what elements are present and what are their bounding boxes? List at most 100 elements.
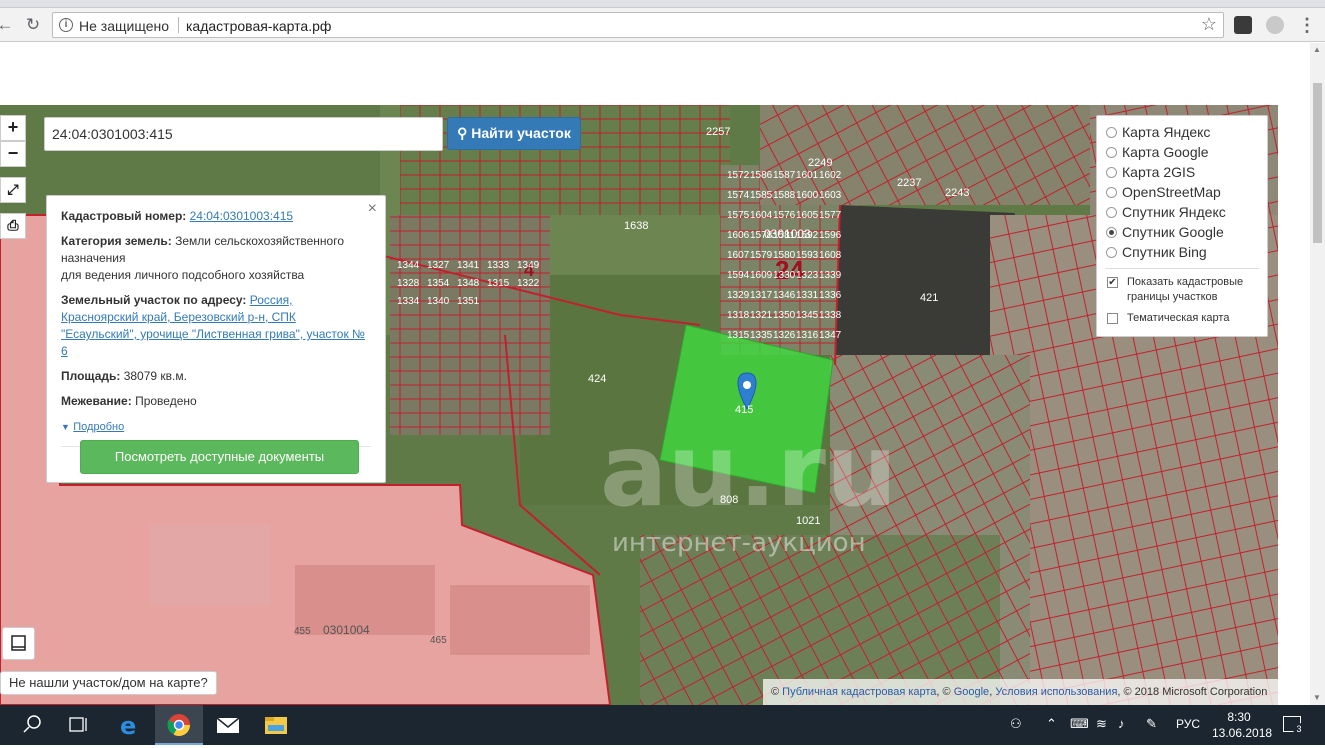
area-label: Площадь: bbox=[61, 369, 121, 383]
show-borders-option[interactable]: ✔ Показать кадастровые границы участков bbox=[1105, 275, 1259, 305]
address-bar[interactable]: i Не защищено кадастровая-карта.рф ☆ bbox=[52, 12, 1224, 38]
print-icon[interactable]: ⎙ bbox=[0, 213, 26, 239]
label-424: 424 bbox=[588, 373, 606, 385]
back-icon[interactable]: ← bbox=[0, 14, 16, 36]
land-category-label: Категория земель: bbox=[61, 234, 172, 248]
radio-button[interactable] bbox=[1106, 187, 1117, 198]
label-1638: 1638 bbox=[624, 220, 648, 232]
view-documents-button[interactable]: Посмотреть доступные документы bbox=[80, 440, 359, 474]
thematic-map-checkbox[interactable] bbox=[1107, 313, 1118, 324]
parcel-label: 1585 bbox=[750, 190, 773, 201]
parcel-label: 1315 bbox=[727, 330, 750, 341]
scroll-down-icon[interactable]: ▼ bbox=[1313, 693, 1321, 702]
keyboard-icon[interactable]: ⌨ bbox=[1070, 716, 1089, 732]
label-quarter-0301004: 0301004 bbox=[323, 623, 370, 637]
map-view[interactable]: au.ru интернет-аукцион 415 421 424 1638 … bbox=[0, 105, 1278, 705]
parcel-label: 1605 bbox=[796, 210, 819, 221]
zoom-in-button[interactable]: + bbox=[0, 115, 26, 141]
radio-button[interactable] bbox=[1106, 147, 1117, 158]
parcel-label: 1580 bbox=[773, 250, 796, 261]
language-indicator[interactable]: РУС bbox=[1176, 717, 1200, 731]
find-parcel-button[interactable]: ⚲ Найти участок bbox=[447, 117, 581, 150]
clock[interactable]: 8:30 13.06.2018 bbox=[1212, 709, 1272, 741]
layer-option[interactable]: Спутник Bing bbox=[1105, 242, 1259, 262]
scroll-up-icon[interactable]: ▲ bbox=[1313, 45, 1321, 54]
more-details-link[interactable]: Подробно bbox=[73, 421, 124, 433]
layer-option-label: Спутник Яндекс bbox=[1122, 204, 1226, 220]
file-explorer-icon[interactable] bbox=[252, 705, 300, 745]
parcel-label: 1575 bbox=[727, 210, 750, 221]
show-borders-checkbox[interactable]: ✔ bbox=[1107, 277, 1118, 288]
parcel-label: 1577 bbox=[819, 210, 842, 221]
parcel-label: 1601 bbox=[796, 170, 819, 181]
layer-option-label: OpenStreetMap bbox=[1122, 184, 1221, 200]
chrome-icon[interactable] bbox=[155, 705, 203, 745]
layer-option[interactable]: Спутник Яндекс bbox=[1105, 202, 1259, 222]
bookmark-star-icon[interactable]: ☆ bbox=[1201, 14, 1217, 35]
windows-taskbar: e ⚇ ⌃ ⌨ ≋ ♪ ✎ РУС 8:30 13.06.2018 3 bbox=[0, 705, 1325, 745]
reload-icon[interactable]: ↻ bbox=[22, 14, 44, 36]
radio-button[interactable] bbox=[1106, 227, 1117, 238]
parcel-label: 1351 bbox=[457, 296, 480, 307]
label-1021: 1021 bbox=[796, 515, 820, 527]
info-icon[interactable]: i bbox=[59, 18, 73, 32]
browser-menu-icon[interactable]: ⋮ bbox=[1298, 13, 1316, 37]
label-421: 421 bbox=[920, 292, 938, 304]
not-found-button[interactable]: Не нашли участок/дом на карте? bbox=[0, 671, 217, 695]
mail-icon[interactable] bbox=[204, 705, 252, 745]
radio-button[interactable] bbox=[1106, 247, 1117, 258]
watermark-logo: au.ru bbox=[600, 412, 897, 529]
layer-option[interactable]: Карта Google bbox=[1105, 142, 1259, 162]
label-2243: 2243 bbox=[945, 187, 969, 199]
area-value: 38079 кв.м. bbox=[123, 369, 187, 383]
survey-label: Межевание: bbox=[61, 394, 132, 408]
fullscreen-icon[interactable]: ⤢ bbox=[0, 177, 26, 203]
attribution-terms-link[interactable]: Условия использования bbox=[995, 686, 1117, 698]
layer-option[interactable]: OpenStreetMap bbox=[1105, 182, 1259, 202]
parcel-label: 1608 bbox=[819, 250, 842, 261]
edge-icon[interactable]: e bbox=[106, 705, 154, 745]
layer-option[interactable]: Карта Яндекс bbox=[1105, 122, 1259, 142]
layer-option[interactable]: Спутник Google bbox=[1105, 222, 1259, 242]
layer-option-label: Карта Google bbox=[1122, 144, 1209, 160]
extension-icon[interactable] bbox=[1234, 16, 1252, 34]
people-icon[interactable]: ⚇ bbox=[1010, 716, 1022, 732]
radio-button[interactable] bbox=[1106, 127, 1117, 138]
search-taskbar-icon[interactable] bbox=[8, 705, 56, 745]
parcel-label: 1334 bbox=[397, 296, 420, 307]
url-text[interactable]: кадастровая-карта.рф bbox=[186, 18, 331, 34]
parcel-label: 1600 bbox=[796, 190, 819, 201]
security-label[interactable]: Не защищено bbox=[79, 18, 169, 34]
parcel-label: 1330 bbox=[773, 270, 796, 281]
zoom-out-button[interactable]: − bbox=[0, 141, 26, 167]
ruler-icon[interactable] bbox=[2, 627, 35, 660]
attribution-pkk-link[interactable]: Публичная кадастровая карта bbox=[782, 686, 936, 698]
network-icon[interactable]: ≋ bbox=[1096, 716, 1107, 732]
thematic-map-option[interactable]: Тематическая карта bbox=[1105, 311, 1259, 326]
clock-time: 8:30 bbox=[1227, 710, 1251, 724]
cadastral-number-link[interactable]: 24:04:0301003:415 bbox=[190, 209, 293, 223]
layer-switcher: Карта Яндекс Карта Google Карта 2GIS OpenSt… bbox=[1096, 115, 1268, 337]
radio-button[interactable] bbox=[1106, 167, 1117, 178]
scrollbar-thumb[interactable] bbox=[1313, 83, 1322, 243]
task-view-icon[interactable] bbox=[56, 705, 104, 745]
parcel-label: 1335 bbox=[750, 330, 773, 341]
volume-icon[interactable]: ♪ bbox=[1118, 716, 1125, 731]
skype-icon[interactable] bbox=[1266, 16, 1284, 34]
page-scrollbar[interactable]: ▲ ▼ bbox=[1310, 43, 1325, 705]
pen-icon[interactable]: ✎ bbox=[1146, 716, 1157, 732]
attribution-prefix: © bbox=[771, 686, 783, 698]
parcel-label: 1323 bbox=[796, 270, 819, 281]
radio-button[interactable] bbox=[1106, 207, 1117, 218]
layer-option[interactable]: Карта 2GIS bbox=[1105, 162, 1259, 182]
notifications-icon[interactable]: 3 bbox=[1283, 716, 1305, 735]
parcel-label: 1321 bbox=[750, 310, 773, 321]
cadastral-search-input[interactable] bbox=[44, 117, 443, 151]
survey-value: Проведено bbox=[135, 394, 197, 408]
attribution-google-link[interactable]: Google bbox=[954, 686, 989, 698]
attribution-sep1: , © bbox=[936, 686, 954, 698]
close-icon[interactable]: × bbox=[368, 200, 377, 217]
land-usage-value: для ведения личного подсобного хозяйства bbox=[61, 268, 305, 282]
find-parcel-label: Найти участок bbox=[471, 125, 571, 141]
tray-expand-icon[interactable]: ⌃ bbox=[1046, 716, 1057, 732]
